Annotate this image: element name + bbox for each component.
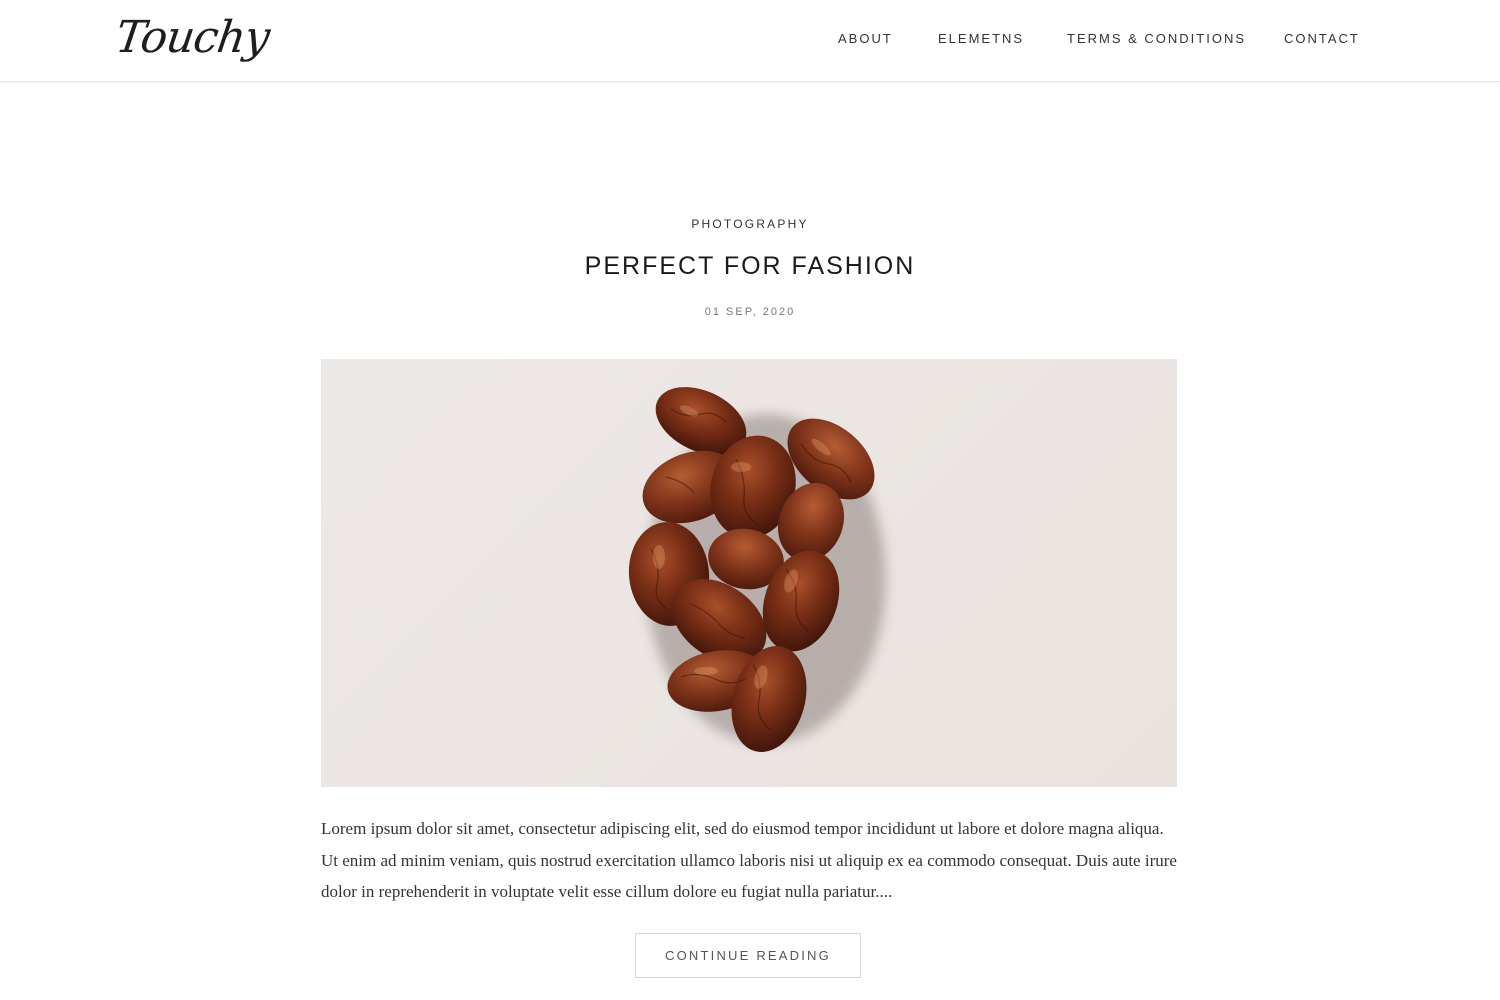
nav-item-contact[interactable]: CONTACT — [1284, 31, 1360, 46]
post-date: 01 SEP, 2020 — [704, 306, 796, 318]
continue-reading-button[interactable]: CONTINUE READING — [635, 933, 861, 978]
nav-item-about[interactable]: ABOUT — [838, 31, 893, 46]
post-category[interactable]: PHOTOGRAPHY — [0, 217, 1500, 231]
site-header: Touchy ABOUT ELEMETNS TERMS & CONDITIONS… — [0, 0, 1500, 82]
featured-image[interactable] — [321, 359, 1177, 787]
post-title[interactable]: PERFECT FOR FASHION — [0, 252, 1500, 281]
post-excerpt: Lorem ipsum dolor sit amet, consectetur … — [321, 819, 1177, 901]
nav-item-elements[interactable]: ELEMETNS — [938, 31, 1024, 46]
nav-item-terms[interactable]: TERMS & CONDITIONS — [1067, 31, 1246, 46]
site-logo[interactable]: Touchy — [112, 10, 272, 66]
dates-photo — [628, 387, 886, 752]
